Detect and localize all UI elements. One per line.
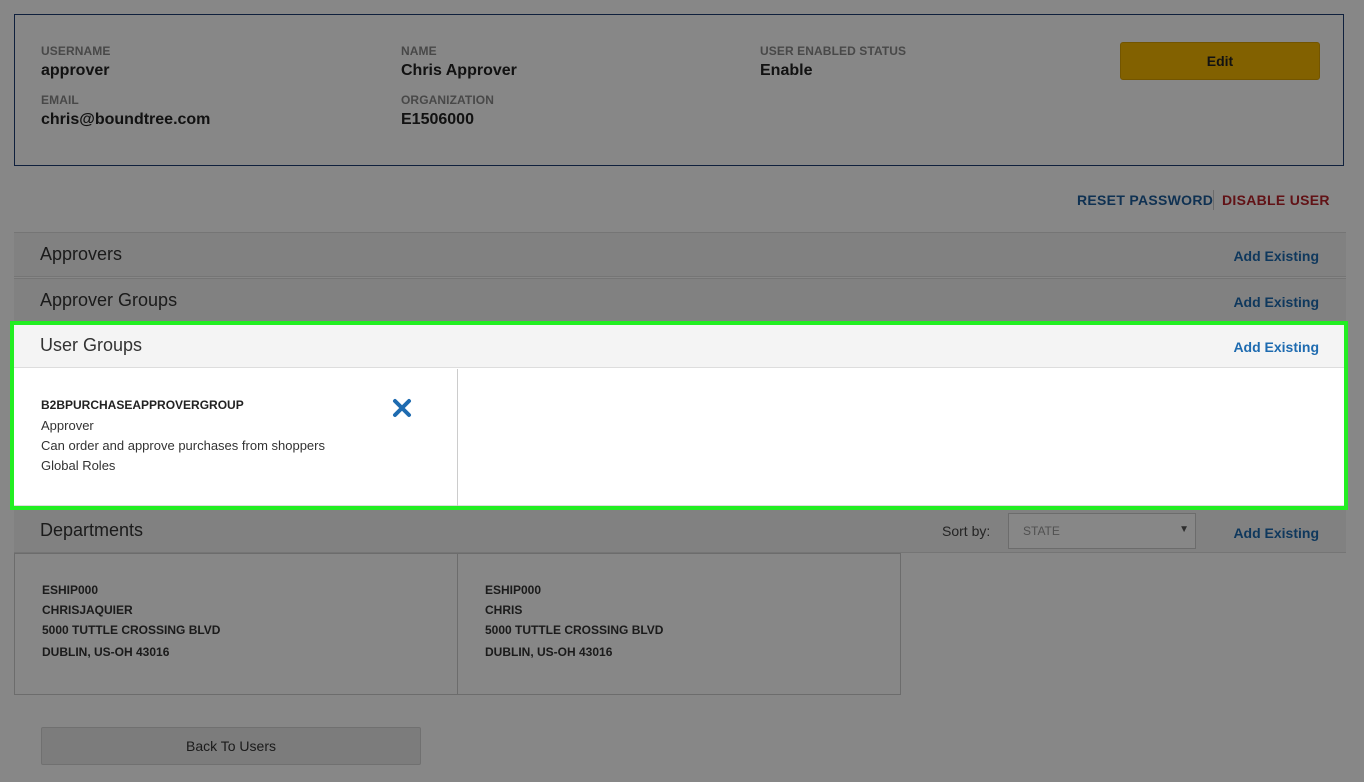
dim-overlay-right — [1346, 325, 1364, 506]
approver-groups-section: Approver Groups Add Existing — [14, 278, 1346, 323]
department-street: 5000 TUTTLE CROSSING BLVD — [485, 623, 664, 637]
email-value: chris@boundtree.com — [41, 111, 211, 128]
user-groups-section: User Groups Add Existing — [14, 323, 1346, 368]
user-groups-add-existing-link[interactable]: Add Existing — [1233, 339, 1319, 355]
sort-by-select[interactable]: STATE ▼ — [1008, 513, 1196, 549]
department-street: 5000 TUTTLE CROSSING BLVD — [42, 623, 221, 637]
chevron-down-icon: ▼ — [1179, 524, 1189, 535]
status-value: Enable — [760, 62, 813, 79]
email-label: EMAIL — [41, 93, 79, 107]
department-city: DUBLIN, US-OH 43016 — [42, 645, 170, 659]
username-value: approver — [41, 62, 110, 79]
dim-overlay-left — [0, 325, 14, 506]
user-group-card: B2BPURCHASEAPPROVERGROUP Approver Can or… — [14, 369, 458, 506]
department-city: DUBLIN, US-OH 43016 — [485, 645, 613, 659]
sort-selected-value: STATE — [1023, 524, 1060, 538]
remove-icon[interactable] — [390, 396, 414, 420]
department-name: CHRISJAQUIER — [42, 603, 133, 617]
organization-value: E1506000 — [401, 111, 474, 128]
approvers-title: Approvers — [40, 244, 123, 264]
departments-add-existing-link[interactable]: Add Existing — [1233, 525, 1319, 541]
user-group-description: Can order and approve purchases from sho… — [41, 438, 325, 453]
department-name: CHRIS — [485, 603, 523, 617]
name-label: NAME — [401, 44, 437, 58]
name-value: Chris Approver — [401, 62, 517, 79]
sort-by-label: Sort by: — [942, 523, 991, 539]
department-code: ESHIP000 — [42, 583, 99, 597]
department-card: ESHIP000 CHRISJAQUIER 5000 TUTTLE CROSSI… — [14, 553, 458, 695]
department-code: ESHIP000 — [485, 583, 542, 597]
approvers-add-existing-link[interactable]: Add Existing — [1233, 248, 1319, 264]
approver-groups-title: Approver Groups — [40, 290, 178, 310]
user-groups-title: User Groups — [40, 335, 143, 355]
edit-button[interactable]: Edit — [1120, 42, 1320, 80]
reset-password-link[interactable]: RESET PASSWORD — [1077, 192, 1213, 208]
departments-title: Departments — [40, 520, 144, 540]
status-label: USER ENABLED STATUS — [760, 44, 907, 58]
user-group-role: Approver — [41, 418, 94, 433]
back-to-users-button[interactable]: Back To Users — [41, 727, 421, 765]
user-groups-content: B2BPURCHASEAPPROVERGROUP Approver Can or… — [14, 369, 1346, 506]
user-group-name: B2BPURCHASEAPPROVERGROUP — [41, 398, 244, 412]
approvers-section: Approvers Add Existing — [14, 232, 1346, 277]
disable-user-link[interactable]: DISABLE USER — [1222, 192, 1330, 208]
department-card: ESHIP000 CHRIS 5000 TUTTLE CROSSING BLVD… — [457, 553, 901, 695]
action-divider — [1213, 190, 1214, 210]
user-info-card: USERNAME approver NAME Chris Approver US… — [14, 14, 1344, 166]
approver-groups-add-existing-link[interactable]: Add Existing — [1233, 294, 1319, 310]
username-label: USERNAME — [41, 44, 111, 58]
user-group-scope: Global Roles — [41, 458, 116, 473]
organization-label: ORGANIZATION — [401, 93, 494, 107]
